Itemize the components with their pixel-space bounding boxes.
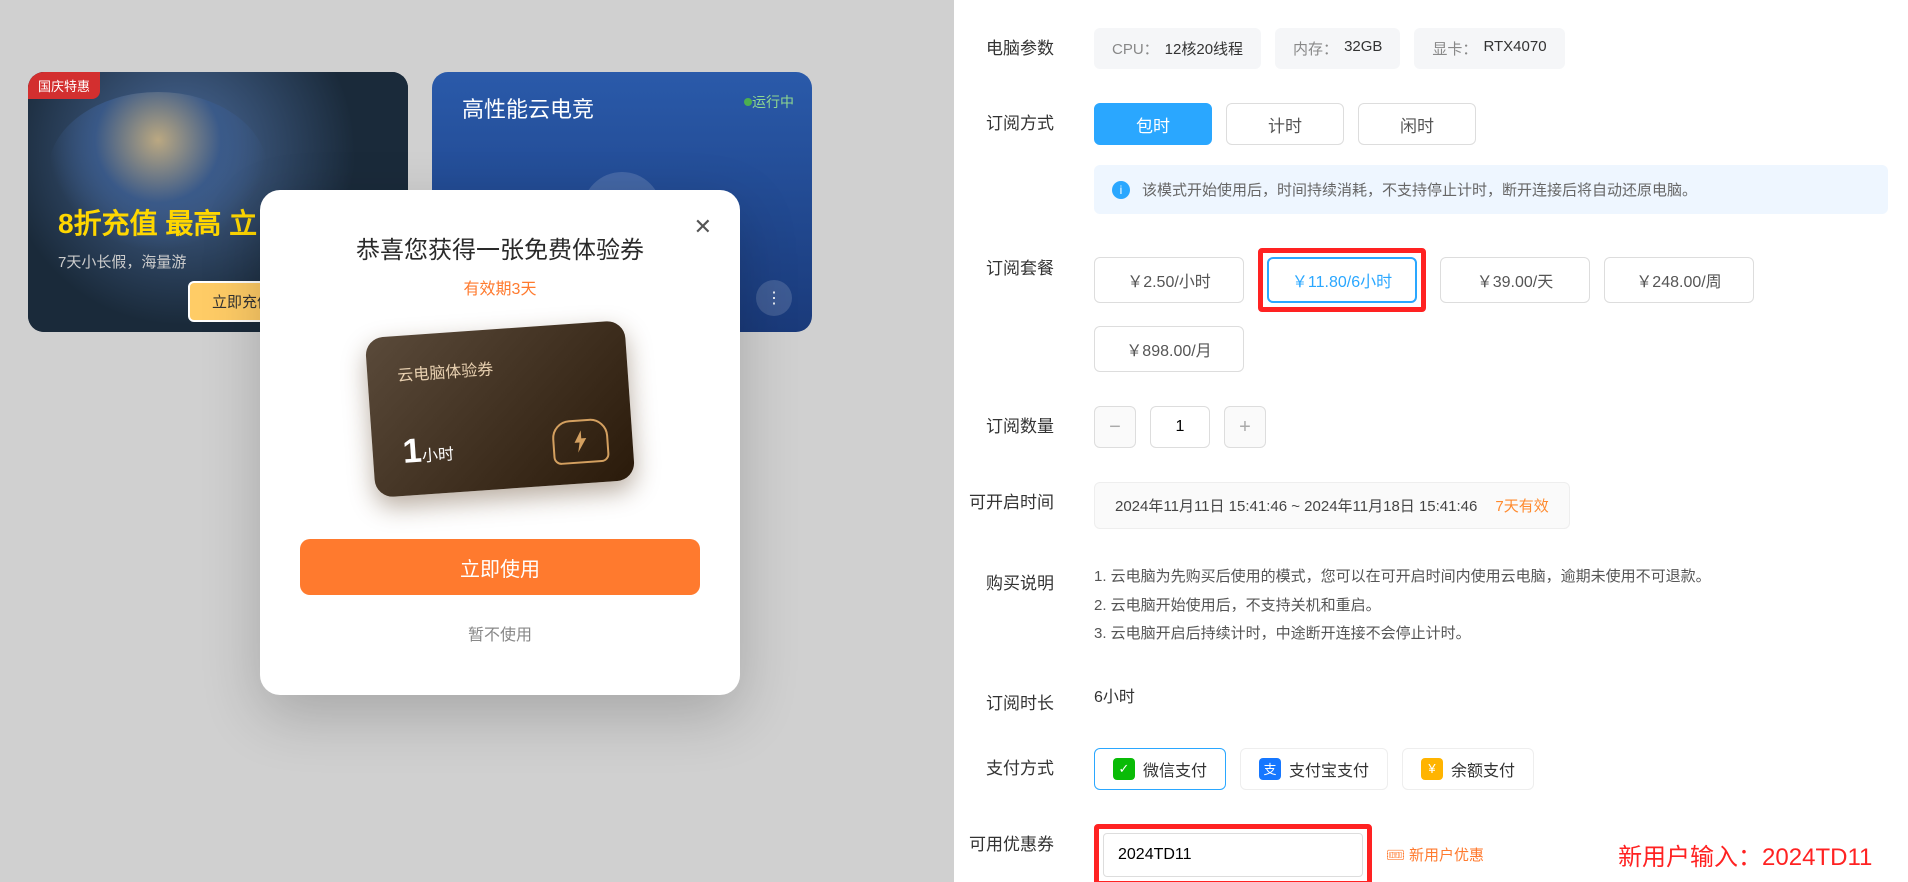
pkg-weekly[interactable]: ￥248.00/周 — [1604, 257, 1754, 303]
mode-tab-jishi[interactable]: 计时 — [1226, 103, 1344, 145]
balance-icon: ¥ — [1421, 758, 1443, 780]
spec-gpu: 显卡：RTX4070 — [1414, 28, 1564, 69]
ticket-icon: 🎟 — [1386, 846, 1405, 864]
row-qty: 订阅数量 − 1 + — [954, 406, 1888, 448]
status-dot-icon — [744, 98, 752, 106]
pay-alipay[interactable]: 支支付宝支付 — [1240, 748, 1388, 790]
spec-memory: 内存：32GB — [1275, 28, 1400, 69]
close-icon[interactable]: ✕ — [694, 214, 712, 240]
new-user-tag: 🎟 新用户优惠 — [1386, 844, 1484, 865]
qty-plus-button[interactable]: + — [1224, 406, 1266, 448]
coupon-code-input[interactable] — [1103, 833, 1363, 877]
pkg-6hours[interactable]: ￥11.80/6小时 — [1267, 257, 1417, 303]
modal-validity: 有效期3天 — [300, 275, 700, 299]
coupon-modal: ✕ 恭喜您获得一张免费体验券 有效期3天 云电脑体验券 1小时 立即使用 暂不使… — [260, 190, 740, 695]
coupon-value: 1小时 — [401, 429, 455, 471]
alipay-icon: 支 — [1259, 758, 1281, 780]
annotation-text: 新用户输入：2024TD11 — [1618, 837, 1872, 872]
highlight-annotation — [1094, 824, 1372, 882]
card-title: 高性能云电竞 — [462, 92, 594, 124]
pay-wechat[interactable]: ✓微信支付 — [1094, 748, 1226, 790]
left-pane: 国庆特惠 8折充值 最高 立 7天小长假，海量游 立即充值 高性能云电竞 运行中… — [0, 0, 954, 882]
hero-headline: 8折充值 最高 立 — [58, 202, 257, 242]
qty-value: 1 — [1150, 406, 1210, 448]
row-pay-method: 支付方式 ✓微信支付 支支付宝支付 ¥余额支付 — [954, 748, 1888, 790]
pay-balance[interactable]: ¥余额支付 — [1402, 748, 1534, 790]
pkg-monthly[interactable]: ￥898.00/月 — [1094, 326, 1244, 372]
pkg-daily[interactable]: ￥39.00/天 — [1440, 257, 1590, 303]
open-time-box: 2024年11月11日 15:41:46 ~ 2024年11月18日 15:41… — [1094, 482, 1570, 529]
wechat-icon: ✓ — [1113, 758, 1135, 780]
purchase-notes: 1. 云电脑为先购买后使用的模式，您可以在可开启时间内使用云电脑，逾期未使用不可… — [1094, 563, 1711, 649]
pkg-hourly[interactable]: ￥2.50/小时 — [1094, 257, 1244, 303]
use-now-button[interactable]: 立即使用 — [300, 539, 700, 595]
coupon-label: 云电脑体验券 — [396, 348, 597, 386]
mode-info-banner: i 该模式开始使用后，时间持续消耗，不支持停止计时，断开连接后将自动还原电脑。 — [1094, 165, 1888, 214]
row-sub-mode: 订阅方式 包时 计时 闲时 i 该模式开始使用后，时间持续消耗，不支持停止计时，… — [954, 103, 1888, 214]
row-specs: 电脑参数 CPU：12核20线程 内存：32GB 显卡：RTX4070 — [954, 28, 1888, 69]
use-later-button[interactable]: 暂不使用 — [468, 621, 532, 645]
duration-value: 6小时 — [1094, 683, 1135, 707]
highlight-annotation: ￥11.80/6小时 — [1258, 248, 1426, 312]
row-open-time: 可开启时间 2024年11月11日 15:41:46 ~ 2024年11月18日… — [954, 482, 1888, 529]
row-duration: 订阅时长 6小时 — [954, 683, 1888, 714]
coupon-card: 云电脑体验券 1小时 — [365, 320, 636, 498]
more-button[interactable]: ⋮ — [756, 280, 792, 316]
lightning-cloud-icon — [551, 418, 610, 466]
row-packages: 订阅套餐 ￥2.50/小时 ￥11.80/6小时 ￥39.00/天 ￥248.0… — [954, 248, 1888, 372]
purchase-panel: 电脑参数 CPU：12核20线程 内存：32GB 显卡：RTX4070 订阅方式… — [954, 0, 1908, 882]
row-coupon: 可用优惠券 🎟 新用户优惠 新用户输入：2024TD11 — [954, 824, 1888, 882]
spec-cpu: CPU：12核20线程 — [1094, 28, 1261, 69]
info-icon: i — [1112, 181, 1130, 199]
status-text: 运行中 — [752, 92, 794, 112]
modal-title: 恭喜您获得一张免费体验券 — [300, 230, 700, 265]
promo-badge: 国庆特惠 — [28, 72, 100, 99]
qty-minus-button[interactable]: − — [1094, 406, 1136, 448]
mode-tab-baoshi[interactable]: 包时 — [1094, 103, 1212, 145]
mode-tab-xianshi[interactable]: 闲时 — [1358, 103, 1476, 145]
row-notes: 购买说明 1. 云电脑为先购买后使用的模式，您可以在可开启时间内使用云电脑，逾期… — [954, 563, 1888, 649]
hero-subtext: 7天小长假，海量游 — [58, 251, 186, 272]
